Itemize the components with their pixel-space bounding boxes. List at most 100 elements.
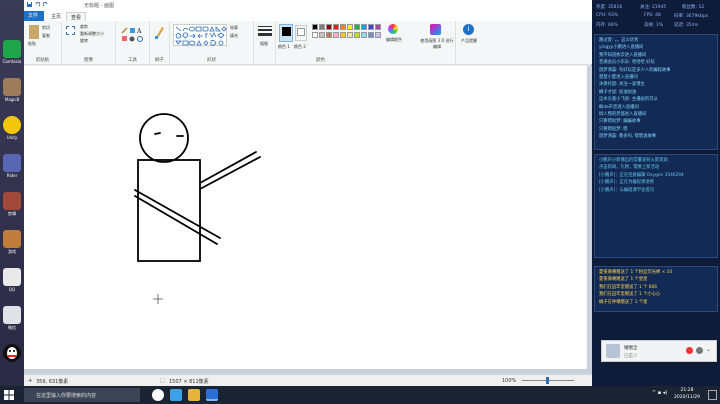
app-icon[interactable]	[3, 268, 21, 286]
color-swatch[interactable]	[375, 24, 381, 30]
camtasia-icon[interactable]	[3, 40, 21, 58]
canvas-scroll-area[interactable]	[24, 66, 592, 374]
edit-colors-icon[interactable]	[388, 24, 398, 34]
edge-icon[interactable]	[170, 389, 182, 401]
paint-window: 无标题 - 画图 文件 主页 查看 粘贴 剪切 复制 剪贴板 裁剪 重新调整大小…	[24, 0, 592, 386]
color-swatch[interactable]	[319, 32, 325, 38]
paint3d-icon[interactable]	[430, 24, 441, 35]
select-icon[interactable]	[66, 26, 75, 35]
info-icon[interactable]: i	[463, 24, 474, 35]
size-group[interactable]: 粗细	[254, 21, 276, 65]
chat-message: 旅梦清晨: 教多吗, 嗯嗯说故事	[599, 134, 657, 140]
copy-button[interactable]: 复制	[42, 33, 50, 39]
mute-icon[interactable]	[696, 347, 703, 354]
windows-start-icon[interactable]	[4, 390, 14, 400]
color-swatch[interactable]	[319, 24, 325, 30]
color-swatch[interactable]	[368, 32, 374, 38]
app-icon[interactable]	[3, 154, 21, 172]
clock-date: 2020/11/29	[674, 395, 700, 400]
product-alert-button[interactable]: 产品提醒	[459, 38, 479, 44]
color-swatch[interactable]	[354, 24, 360, 30]
desktop-icon-label: QQ	[8, 287, 16, 292]
resize-button[interactable]: 重新调整大小	[80, 31, 104, 37]
desktop-icon-label: MagicB	[4, 97, 20, 102]
rotate-button[interactable]: 旋转	[80, 38, 88, 44]
voice-call-notification[interactable]: 婚圈全 已是少 ⌄	[601, 340, 717, 362]
window-title: 无标题 - 画图	[84, 3, 114, 9]
app-icon[interactable]	[3, 192, 21, 210]
color-swatch[interactable]	[361, 24, 367, 30]
gift-message: 夏夜微嘲赠送了 1 个粉丝荧光棒 × 10	[599, 270, 673, 275]
drawing-canvas[interactable]	[24, 66, 587, 369]
app-icon[interactable]	[3, 116, 21, 134]
shapes-gallery[interactable]	[173, 24, 227, 46]
color-swatch[interactable]	[312, 24, 318, 30]
zoom-slider-thumb[interactable]	[546, 377, 549, 384]
clock[interactable]: 21:28 2020/11/29	[674, 387, 700, 401]
cursor-position: 359, 631像素	[36, 379, 69, 385]
outline-dropdown[interactable]: 轮廓	[230, 25, 238, 31]
app-icon[interactable]	[3, 78, 21, 96]
edit-colors-label[interactable]: 编辑颜色	[386, 37, 402, 43]
color-swatch[interactable]	[312, 32, 318, 38]
undo-icon[interactable]	[35, 2, 40, 7]
app-icon[interactable]	[3, 230, 21, 248]
color-swatch[interactable]	[326, 24, 332, 30]
system-message: 点击新闻，礼物，需要上新活动	[599, 165, 660, 171]
caller-name: 婚圈全	[624, 346, 638, 351]
color-swatch[interactable]	[368, 24, 374, 30]
color-swatch[interactable]	[347, 24, 353, 30]
shapes-icon	[175, 26, 227, 46]
fill-dropdown[interactable]: 填充	[230, 33, 238, 39]
color-swatch[interactable]	[340, 32, 346, 38]
chat-message: 只要嗯哒梦: 嗯	[599, 126, 628, 132]
desktop-icon-label: Camtasia	[2, 59, 22, 64]
brush-icon[interactable]	[154, 25, 166, 39]
paint-taskbar-icon[interactable]	[206, 389, 218, 401]
chat-message: 枫de声音进入直播间	[599, 104, 639, 110]
cut-button[interactable]: 剪切	[42, 25, 50, 31]
chat-message: 我不知道依云进入直播间	[599, 52, 647, 58]
gift-message-box[interactable]: 夏夜微嘲赠送了 1 个粉丝荧光棒 × 10 夏夜微嘲赠送了 1 个星星 我们在囚牢里…	[594, 266, 718, 312]
group-label: 形状	[207, 58, 216, 63]
color2-selector[interactable]	[295, 25, 307, 41]
chat-message-box[interactable]: 路过客: 。。这么优秀 yingyy小鹏进入直播间 我不知道依云进入直播间 普通会员小…	[594, 34, 718, 150]
figure-arm-left	[134, 189, 221, 239]
color-swatch[interactable]	[354, 32, 360, 38]
color1-selector[interactable]	[279, 24, 293, 42]
paste-icon[interactable]	[29, 25, 39, 39]
color-swatch[interactable]	[340, 24, 346, 30]
tab-view[interactable]: 查看	[66, 12, 87, 21]
qq-icon[interactable]	[3, 344, 21, 362]
system-message-box[interactable]: 小鹏声小新播出的常量发射火箭资助 点击新闻，礼物，需要上新活动 [小鹏声]：正在连接…	[594, 154, 718, 258]
app-icon[interactable]	[3, 306, 21, 324]
hangup-icon[interactable]	[686, 347, 693, 354]
size-label: 粗细	[260, 41, 268, 46]
notification-center-icon[interactable]	[708, 390, 717, 400]
tab-home[interactable]: 主页	[47, 12, 65, 21]
color-swatch[interactable]	[326, 32, 332, 38]
task-view-icon[interactable]	[152, 389, 164, 401]
expand-icon[interactable]: ⌄	[706, 346, 711, 353]
color-swatch[interactable]	[347, 32, 353, 38]
taskbar-search-input[interactable]: 在这里输入你要搜索的内容	[24, 388, 140, 402]
save-icon[interactable]	[27, 2, 32, 7]
crop-button[interactable]: 裁剪	[80, 24, 88, 30]
color2-label: 颜色 2	[294, 44, 306, 49]
color-swatch[interactable]	[361, 32, 367, 38]
color-swatch[interactable]	[375, 32, 381, 38]
paint3d-button[interactable]: 使用画图 3 D 进行编辑	[419, 38, 455, 50]
explorer-icon[interactable]	[188, 389, 200, 401]
color-swatch[interactable]	[333, 24, 339, 30]
chat-message: 楚楚小夏进入直播间	[599, 75, 638, 81]
paste-label[interactable]: 粘贴	[28, 41, 36, 47]
avatar	[606, 344, 620, 358]
color-swatch[interactable]	[333, 32, 339, 38]
tab-file[interactable]: 文件	[24, 11, 44, 21]
tool-icons[interactable]: A	[121, 26, 145, 44]
tray-icons[interactable]: ^ ▪ ◂)	[652, 390, 667, 396]
desktop-icon-label: 剪辑	[8, 211, 16, 216]
stick-figure-drawing	[134, 113, 261, 304]
system-message: [小鹏声]：正在为编程课进修	[599, 180, 654, 186]
redo-icon[interactable]	[43, 2, 48, 7]
